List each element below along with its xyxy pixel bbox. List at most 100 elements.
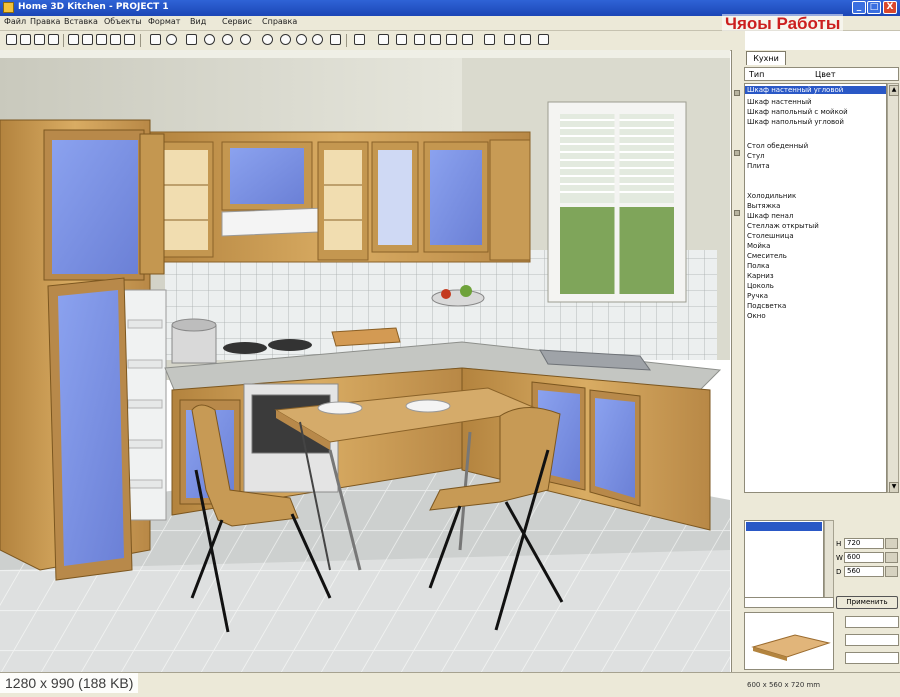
menu-help[interactable]: Справка bbox=[262, 17, 297, 26]
menu-edit[interactable]: Правка bbox=[30, 17, 60, 26]
variant-list[interactable] bbox=[744, 520, 824, 598]
close-button[interactable]: X bbox=[883, 1, 897, 14]
undo-icon[interactable] bbox=[110, 34, 121, 45]
menu-insert[interactable]: Вставка bbox=[64, 17, 98, 26]
info-icon[interactable] bbox=[186, 34, 197, 45]
zoom-in-icon[interactable] bbox=[240, 34, 251, 45]
scroll-up-icon[interactable]: ▲ bbox=[889, 85, 899, 96]
param-label: D bbox=[836, 568, 842, 576]
width-field[interactable]: 600 bbox=[844, 552, 884, 563]
preview-field[interactable] bbox=[845, 616, 899, 628]
preview-image bbox=[751, 634, 831, 661]
save-icon[interactable] bbox=[34, 34, 45, 45]
rotate-icon[interactable] bbox=[166, 34, 177, 45]
export-icon[interactable] bbox=[538, 34, 549, 45]
list-item[interactable]: Окно bbox=[747, 312, 766, 320]
grid-icon[interactable] bbox=[414, 34, 425, 45]
paste-icon[interactable] bbox=[96, 34, 107, 45]
list-item[interactable]: Смеситель bbox=[747, 252, 787, 260]
redo-icon[interactable] bbox=[124, 34, 135, 45]
collapse-icon[interactable] bbox=[734, 150, 740, 156]
copy-icon[interactable] bbox=[82, 34, 93, 45]
variant-item-selected[interactable] bbox=[746, 522, 822, 531]
list-item[interactable]: Ручка bbox=[747, 292, 768, 300]
collapse-icon[interactable] bbox=[734, 210, 740, 216]
spin-icon[interactable] bbox=[885, 552, 898, 563]
list-item[interactable]: Карниз bbox=[747, 272, 774, 280]
object-list[interactable]: Шкаф настенный угловой Шкаф настенный Шк… bbox=[744, 83, 887, 493]
collapse-icon[interactable] bbox=[734, 90, 740, 96]
tab-kitchens[interactable]: Кухни bbox=[746, 51, 786, 65]
list-item[interactable]: Вытяжка bbox=[747, 202, 780, 210]
kitchen-render bbox=[0, 50, 730, 672]
status-dimensions: 600 x 560 x 720 mm bbox=[747, 681, 821, 689]
list-item[interactable]: Холодильник bbox=[747, 192, 796, 200]
apply-button[interactable]: Применить bbox=[836, 596, 898, 609]
header-type[interactable]: Тип bbox=[749, 70, 764, 79]
mail-icon[interactable] bbox=[462, 34, 473, 45]
list-item[interactable]: Шкаф напольный угловой bbox=[747, 118, 844, 126]
door-icon[interactable] bbox=[378, 34, 389, 45]
list-header: Тип Цвет bbox=[744, 67, 899, 81]
zoom-out-icon[interactable] bbox=[262, 34, 273, 45]
scroll-down-icon[interactable]: ▼ bbox=[889, 482, 899, 493]
menu-format[interactable]: Формат bbox=[148, 17, 180, 26]
list-scrollbar[interactable]: ▲ ▼ bbox=[887, 83, 899, 493]
list-item[interactable]: Шкаф напольный с мойкой bbox=[747, 108, 848, 116]
preview-field[interactable] bbox=[845, 652, 899, 664]
list-item[interactable]: Шкаф настенный bbox=[747, 98, 812, 106]
zoom-fit-icon[interactable] bbox=[296, 34, 307, 45]
list-item-selected[interactable]: Шкаф настенный угловой bbox=[745, 86, 886, 94]
print-icon[interactable] bbox=[48, 34, 59, 45]
depth-field[interactable]: 560 bbox=[844, 566, 884, 577]
toolbar bbox=[0, 31, 745, 51]
spin-icon[interactable] bbox=[885, 566, 898, 577]
light-icon[interactable] bbox=[484, 34, 495, 45]
list-item[interactable]: Полка bbox=[747, 262, 770, 270]
list-item[interactable]: Стол обеденный bbox=[747, 142, 808, 150]
material-select[interactable] bbox=[744, 597, 834, 608]
window-title: Home 3D Kitchen - PROJECT 1 bbox=[18, 2, 169, 12]
spin-icon[interactable] bbox=[885, 538, 898, 549]
pan-icon[interactable] bbox=[280, 34, 291, 45]
orbit-icon[interactable] bbox=[204, 34, 215, 45]
wall-icon[interactable] bbox=[354, 34, 365, 45]
menu-view[interactable]: Вид bbox=[190, 17, 206, 26]
measure-icon[interactable] bbox=[446, 34, 457, 45]
zoom-all-icon[interactable] bbox=[330, 34, 341, 45]
open-icon[interactable] bbox=[20, 34, 31, 45]
list-item[interactable]: Мойка bbox=[747, 242, 770, 250]
minimize-button[interactable]: _ bbox=[852, 1, 866, 14]
cut-icon[interactable] bbox=[68, 34, 79, 45]
camera-icon[interactable] bbox=[430, 34, 441, 45]
menu-service[interactable]: Сервис bbox=[222, 17, 252, 26]
preview-field[interactable] bbox=[845, 634, 899, 646]
variant-scrollbar[interactable] bbox=[824, 520, 834, 598]
height-field[interactable]: 720 bbox=[844, 538, 884, 549]
image-size-caption: 1280 x 990 (188 KB) bbox=[0, 673, 139, 693]
header-color[interactable]: Цвет bbox=[815, 70, 836, 79]
object-library-panel: Кухни Тип Цвет Шкаф настенный угловой Шк… bbox=[731, 50, 900, 672]
new-icon[interactable] bbox=[6, 34, 17, 45]
menu-objects[interactable]: Объекты bbox=[104, 17, 142, 26]
list-item[interactable]: Шкаф пенал bbox=[747, 212, 793, 220]
render-icon[interactable] bbox=[504, 34, 515, 45]
maximize-button[interactable]: □ bbox=[867, 1, 881, 14]
move-icon[interactable] bbox=[222, 34, 233, 45]
list-item[interactable]: Плита bbox=[747, 162, 770, 170]
list-item[interactable]: Подсветка bbox=[747, 302, 786, 310]
list-item[interactable]: Стул bbox=[747, 152, 765, 160]
preview-pane bbox=[744, 612, 834, 670]
window-icon[interactable] bbox=[396, 34, 407, 45]
options-icon[interactable] bbox=[520, 34, 531, 45]
3d-viewport[interactable] bbox=[0, 50, 730, 672]
list-item[interactable]: Стеллаж открытый bbox=[747, 222, 819, 230]
list-item[interactable]: Столешница bbox=[747, 232, 794, 240]
select-icon[interactable] bbox=[150, 34, 161, 45]
menu-file[interactable]: Файл bbox=[4, 17, 26, 26]
zoom-window-icon[interactable] bbox=[312, 34, 323, 45]
param-label: W bbox=[836, 554, 843, 562]
param-label: H bbox=[836, 540, 842, 548]
list-item[interactable]: Цоколь bbox=[747, 282, 774, 290]
app-icon bbox=[3, 2, 14, 13]
